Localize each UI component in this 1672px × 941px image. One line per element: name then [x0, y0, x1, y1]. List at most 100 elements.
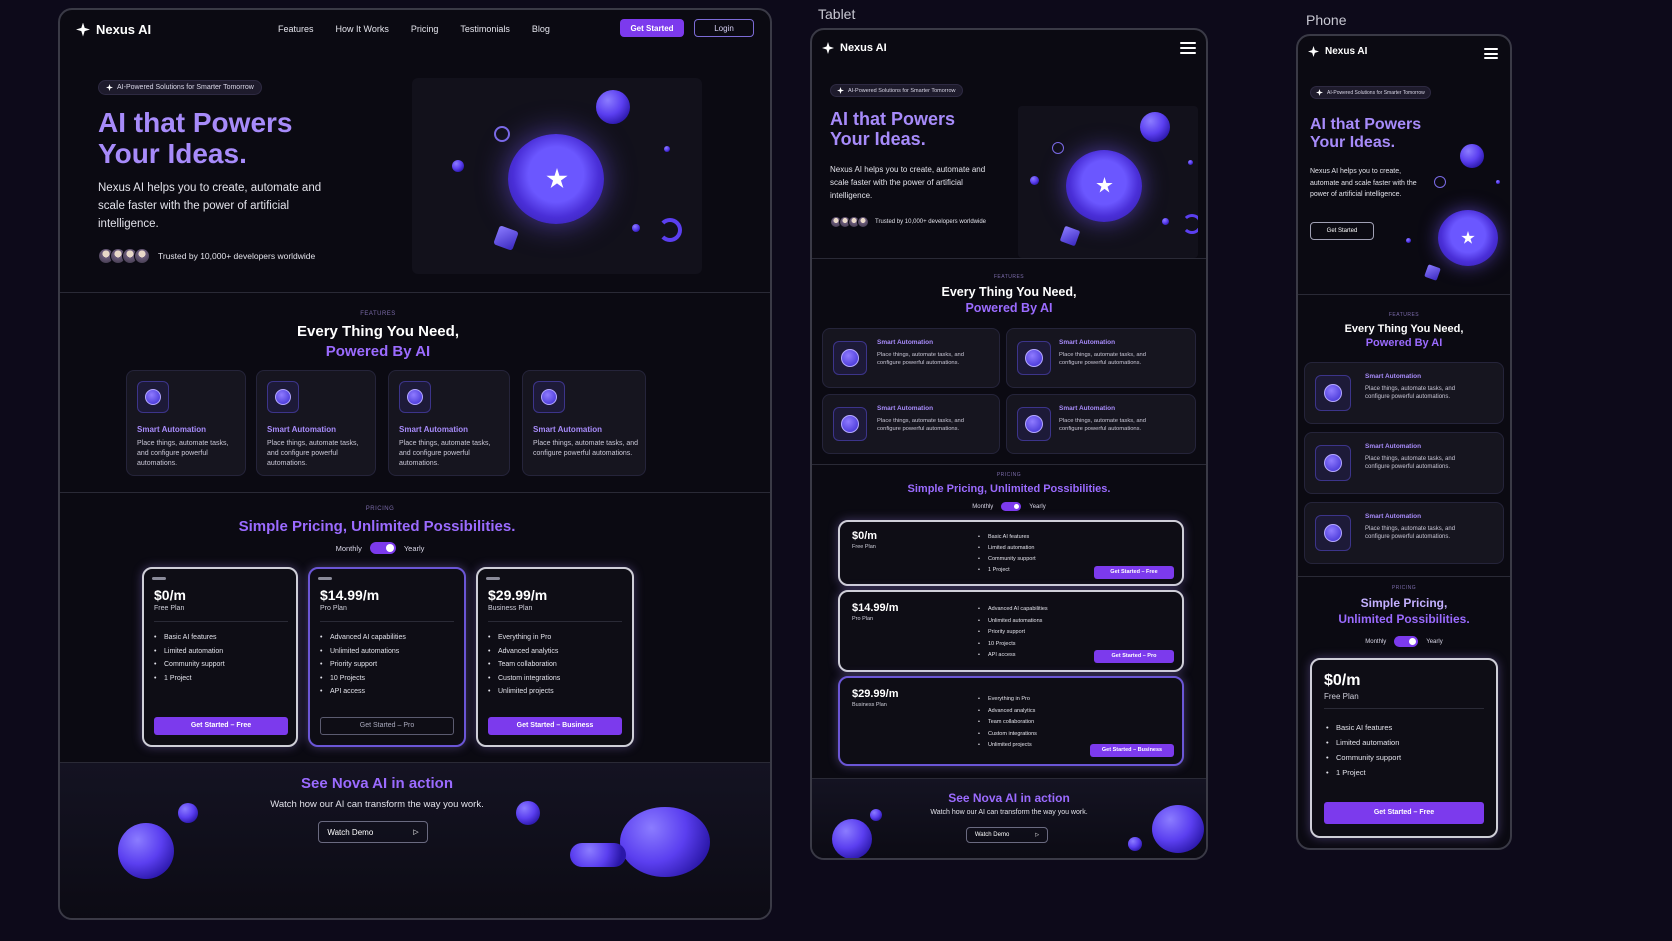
brand-logo[interactable]: Nexus AI: [822, 42, 887, 54]
feature-card-desc: Place things, automate tasks, and config…: [1059, 418, 1147, 433]
divider: [1298, 576, 1510, 577]
features-title: Every Thing You Need, Powered By AI: [812, 284, 1206, 317]
plan-features: Basic AI features Limited automation Com…: [154, 631, 225, 685]
get-started-pro-button[interactable]: Get Started – Pro: [320, 717, 454, 735]
avatar: [857, 216, 869, 228]
main-orb: [1066, 150, 1142, 222]
feature-icon-box: [137, 381, 169, 413]
pricing-tag: PRICING: [996, 472, 1022, 478]
feature-icon-box: [1315, 375, 1351, 411]
plan-feature: 1 Project: [1326, 765, 1401, 780]
plan-feature: Team collaboration: [978, 717, 1037, 729]
menu-icon[interactable]: [1484, 48, 1498, 59]
brand-name: Nexus AI: [96, 22, 152, 37]
orb-decoration: [1188, 160, 1193, 165]
orb-decoration: [620, 807, 710, 877]
plan-price: $0/m: [852, 530, 878, 542]
plan-feature: Advanced analytics: [488, 645, 560, 659]
pricing-tag: PRICING: [1391, 585, 1417, 591]
pricing-card-free: $0/m Free Plan Basic AI features Limited…: [142, 567, 298, 747]
features-tag: FEATURES: [360, 311, 396, 317]
play-icon: ▷: [413, 829, 419, 836]
nav-pricing[interactable]: Pricing: [411, 24, 439, 34]
billing-switch[interactable]: [1001, 502, 1022, 511]
hero-title: AI that Powers Your Ideas.: [830, 109, 956, 150]
billing-switch[interactable]: [1394, 636, 1419, 647]
hero-title-line1: AI that Powers: [830, 109, 956, 129]
demo-subtitle: Watch how our AI can transform the way y…: [930, 809, 1088, 816]
pricing-card-pro: $14.99/m Pro Plan Advanced AI capabiliti…: [838, 590, 1184, 672]
compass-icon: [1025, 349, 1043, 367]
orb-decoration: [570, 843, 626, 867]
brand-logo[interactable]: Nexus AI: [76, 22, 151, 37]
pricing-title-line1: Simple Pricing,: [1360, 596, 1448, 610]
plan-feature: Priority support: [978, 627, 1048, 639]
phone-frame: Nexus AI AI-Powered Solutions for Smarte…: [1296, 34, 1512, 850]
billing-toggle: Monthly Yearly: [1298, 636, 1510, 647]
arc-decoration: [658, 218, 682, 242]
feature-card: Smart Automation Place things, automate …: [822, 394, 1000, 454]
get-started-free-button[interactable]: Get Started – Free: [154, 717, 288, 735]
plan-price: $29.99/m: [852, 688, 899, 700]
get-started-pro-button[interactable]: Get Started – Pro: [1094, 650, 1174, 663]
plan-feature: Advanced AI capabilities: [978, 604, 1048, 616]
orb-decoration: [1460, 144, 1484, 168]
trusted-row: Trusted by 10,000+ developers worldwide: [830, 216, 986, 228]
plan-feature: API access: [978, 650, 1048, 662]
nav-how-it-works[interactable]: How It Works: [336, 24, 389, 34]
plan-chip: [152, 577, 166, 580]
plan-features: Everything in Pro Advanced analytics Tea…: [488, 631, 560, 699]
divider: [154, 621, 288, 622]
feature-card: Smart Automation Place things, automate …: [256, 370, 376, 476]
watch-demo-label: Watch Demo: [327, 827, 374, 837]
feature-card-title: Smart Automation: [399, 425, 469, 434]
compass-icon: [1025, 415, 1043, 433]
ring-decoration: [1052, 142, 1064, 154]
cube-decoration: [1059, 225, 1081, 247]
nav-features[interactable]: Features: [278, 24, 314, 34]
get-started-free-button[interactable]: Get Started – Free: [1094, 566, 1174, 579]
plan-feature: Unlimited projects: [978, 740, 1037, 752]
login-button[interactable]: Login: [694, 19, 754, 37]
plan-chip: [486, 577, 500, 580]
plan-feature: Priority support: [320, 658, 406, 672]
watch-demo-button[interactable]: Watch Demo ▷: [318, 821, 428, 843]
plan-name: Pro Plan: [852, 616, 874, 622]
pricing-title: Simple Pricing, Unlimited Possibilities.: [907, 483, 1111, 495]
watch-demo-button[interactable]: Watch Demo ▷: [966, 827, 1048, 843]
hero-illustration: [412, 78, 702, 274]
get-started-button[interactable]: Get Started: [620, 19, 684, 37]
get-started-business-button[interactable]: Get Started – Business: [1090, 744, 1174, 757]
compass-icon: [1324, 524, 1342, 542]
demo-section: See Nova AI in action Watch how our AI c…: [60, 762, 770, 918]
main-orb: [1438, 210, 1498, 266]
sparkle-icon: [76, 22, 90, 37]
main-orb: [508, 134, 604, 224]
nav-testimonials[interactable]: Testimonials: [460, 24, 510, 34]
hero-get-started-button[interactable]: Get Started: [1310, 222, 1374, 240]
sparkle-icon: [837, 87, 844, 94]
feature-card: Smart Automation Place things, automate …: [1006, 394, 1196, 454]
menu-icon[interactable]: [1180, 42, 1196, 54]
plan-feature: Everything in Pro: [978, 694, 1037, 706]
billing-switch[interactable]: [369, 542, 396, 554]
feature-icon-box: [833, 341, 867, 375]
feature-card-desc: Place things, automate tasks, and config…: [877, 352, 965, 367]
feature-card-title: Smart Automation: [267, 425, 337, 434]
pricing-card-free: $0/m Free Plan Basic AI features Limited…: [838, 520, 1184, 586]
get-started-free-button[interactable]: Get Started – Free: [1324, 802, 1484, 824]
feature-card-desc: Place things, automate tasks, and config…: [1365, 386, 1456, 401]
brand-logo[interactable]: Nexus AI: [1308, 46, 1367, 57]
plan-price: $14.99/m: [852, 602, 899, 614]
plan-feature: 1 Project: [978, 565, 1036, 576]
hero-title: AI that Powers Your Ideas.: [1310, 116, 1421, 151]
monthly-label: Monthly: [1365, 638, 1387, 645]
monthly-label: Monthly: [972, 503, 994, 510]
plan-feature: Limited automation: [154, 645, 225, 659]
compass-icon: [841, 415, 859, 433]
feature-card-desc: Place things, automate tasks, and config…: [399, 440, 491, 467]
get-started-business-button[interactable]: Get Started – Business: [488, 717, 622, 735]
nav-blog[interactable]: Blog: [532, 24, 550, 34]
divider: [488, 621, 622, 622]
feature-card-desc: Place things, automate tasks, and config…: [877, 418, 965, 433]
